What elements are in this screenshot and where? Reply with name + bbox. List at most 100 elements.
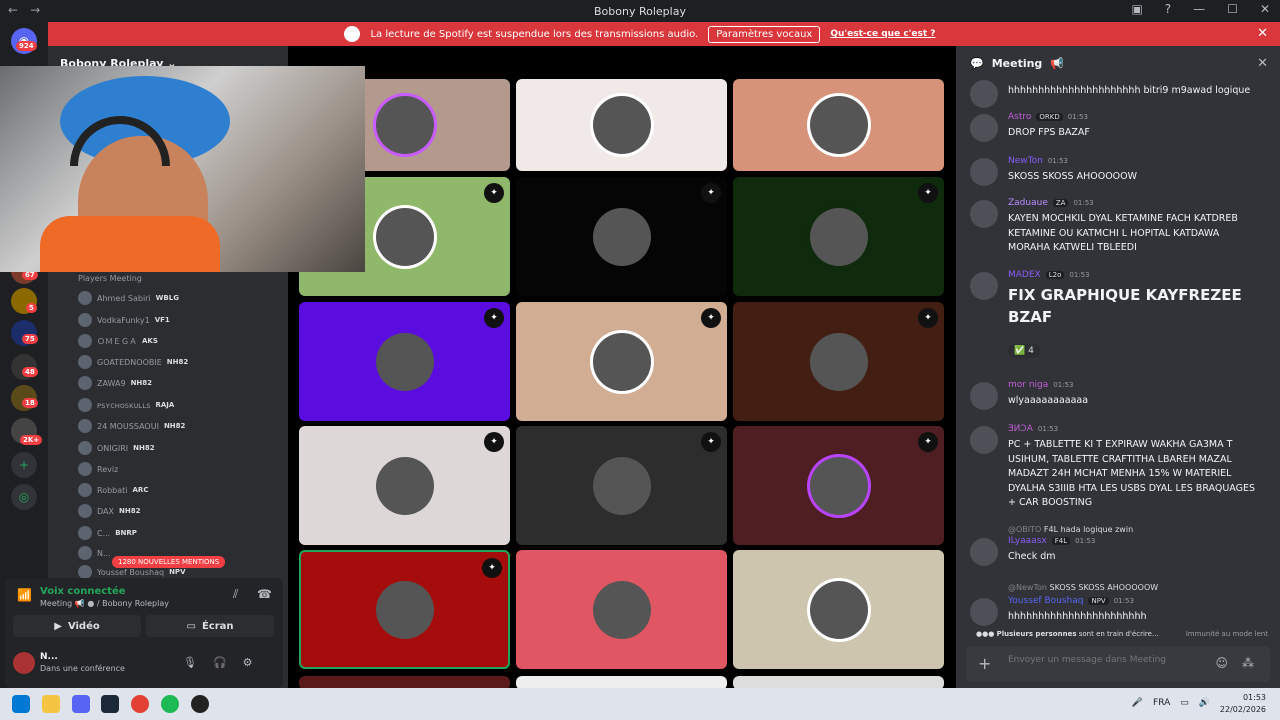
pin-icon[interactable]: ✦ xyxy=(701,432,721,452)
member-row[interactable]: VodkaFunky1 VF1 xyxy=(78,311,170,329)
mentions-badge[interactable]: 1280 NOUVELLES MENTIONS xyxy=(112,556,226,568)
file-explorer-icon[interactable] xyxy=(42,695,60,713)
participant-tile[interactable]: ✦ xyxy=(516,177,727,296)
pin-icon[interactable]: ✦ xyxy=(482,558,502,578)
noise-suppression-icon[interactable]: ⫽ xyxy=(233,587,238,602)
member-row[interactable]: Reviz xyxy=(78,460,123,478)
participant-tile[interactable] xyxy=(733,550,944,669)
avatar xyxy=(592,96,651,154)
help-icon[interactable]: ? xyxy=(1165,2,1171,16)
steam-icon[interactable] xyxy=(101,695,119,713)
avatar xyxy=(375,456,434,515)
close-banner-icon[interactable]: ✕ xyxy=(1257,26,1268,41)
participant-tile[interactable] xyxy=(516,79,727,171)
participant-tile[interactable]: ✦ xyxy=(299,426,510,545)
message-author[interactable]: ILyaaasx xyxy=(1008,536,1047,546)
member-row[interactable]: Robbati ARC xyxy=(78,481,148,499)
avatar xyxy=(809,456,868,515)
spotify-app-icon[interactable] xyxy=(161,695,179,713)
member-row[interactable]: C... BNRP xyxy=(78,524,137,542)
forward-arrow-icon[interactable]: → xyxy=(30,3,40,17)
banner-help-link[interactable]: Qu'est-ce que c'est ? xyxy=(830,29,935,39)
gear-icon[interactable]: ⚙ xyxy=(243,656,253,669)
message-author[interactable]: Zaduaue xyxy=(1008,198,1048,208)
close-window-icon[interactable]: ✕ xyxy=(1260,2,1270,16)
clock[interactable]: 01:53 22/02/2026 xyxy=(1220,692,1266,716)
participant-tile[interactable] xyxy=(733,676,944,688)
member-row[interactable]: ZAWA9 NH82 xyxy=(78,374,152,392)
pin-icon[interactable]: ✦ xyxy=(484,183,504,203)
minimize-icon[interactable]: — xyxy=(1193,2,1205,16)
message-author[interactable]: Astro xyxy=(1008,112,1031,122)
participant-tile[interactable]: ✦ xyxy=(733,302,944,421)
reply-preview[interactable]: @NewTon SKOSS SKOSS AHOOOOOW xyxy=(1008,583,1158,592)
avatar xyxy=(78,504,92,518)
volume-icon[interactable]: 🔊 xyxy=(1199,698,1210,708)
participant-tile[interactable] xyxy=(516,550,727,669)
reaction-chip[interactable]: ✅ 4 xyxy=(1008,344,1040,358)
headphones-icon[interactable]: 🎧 xyxy=(213,656,227,669)
member-row[interactable]: 24 MOUSSAOUI NH82 xyxy=(78,417,185,435)
language-indicator[interactable]: FRA xyxy=(1153,698,1170,708)
add-server-icon[interactable]: + xyxy=(11,452,37,478)
message-input[interactable] xyxy=(1008,655,1188,665)
reply-preview[interactable]: @OBITO F4L hada logique zwin xyxy=(1008,525,1133,534)
microphone-tray-icon[interactable]: 🎤 xyxy=(1132,698,1143,708)
participant-tile[interactable]: ✦ xyxy=(299,302,510,421)
participant-tile[interactable]: ✦ xyxy=(516,302,727,421)
chrome-icon[interactable] xyxy=(131,695,149,713)
participant-tile[interactable]: ✦ xyxy=(733,426,944,545)
message-text: FIX GRAPHIQUE KAYFREZEE BZAF xyxy=(1008,286,1242,326)
pin-icon[interactable]: ✦ xyxy=(701,308,721,328)
discover-icon[interactable]: ◎ xyxy=(11,484,37,510)
video-icon: ▶ xyxy=(54,620,62,632)
voice-channel[interactable]: Meeting xyxy=(40,599,72,608)
video-button[interactable]: ▶ Vidéo xyxy=(13,615,141,637)
participant-tile[interactable] xyxy=(516,676,727,688)
pin-icon[interactable]: ✦ xyxy=(484,432,504,452)
pin-icon[interactable]: ✦ xyxy=(918,308,938,328)
signal-icon[interactable]: 📶 xyxy=(17,588,32,602)
add-attachment-icon[interactable]: + xyxy=(978,654,991,673)
participant-tile[interactable]: ✦ xyxy=(299,550,510,669)
member-row[interactable]: GOATEDNOOBIE NH82 xyxy=(78,353,188,371)
windows-start-icon[interactable] xyxy=(12,695,30,713)
pin-icon[interactable]: ✦ xyxy=(918,183,938,203)
close-chat-icon[interactable]: ✕ xyxy=(1257,56,1268,71)
pin-icon[interactable]: ✦ xyxy=(918,432,938,452)
message-author[interactable]: mor niga xyxy=(1008,380,1048,390)
voice-channel-label[interactable]: Players Meeting xyxy=(78,274,142,283)
pin-icon[interactable]: ✦ xyxy=(701,183,721,203)
message-author[interactable]: MADEX xyxy=(1008,270,1041,280)
participant-tile[interactable]: ✦ xyxy=(733,177,944,296)
obs-icon[interactable] xyxy=(191,695,209,713)
voice-server[interactable]: / Bobony Roleplay xyxy=(97,599,169,608)
avatar[interactable] xyxy=(13,652,35,674)
member-name: 24 MOUSSAOUI xyxy=(97,421,159,431)
pin-icon[interactable]: ✦ xyxy=(484,308,504,328)
network-icon[interactable]: ▭ xyxy=(1180,698,1189,708)
maximize-icon[interactable]: ☐ xyxy=(1227,2,1238,16)
inbox-icon[interactable]: ▣ xyxy=(1131,2,1142,16)
participant-tile[interactable] xyxy=(733,79,944,171)
message-author[interactable]: NewTon xyxy=(1008,156,1043,166)
message-author[interactable]: Youssef Boushaq xyxy=(1008,596,1083,606)
voice-settings-button[interactable]: Paramètres vocaux xyxy=(708,25,821,43)
discord-app-icon[interactable] xyxy=(72,695,90,713)
avatar xyxy=(970,598,998,626)
participant-tile[interactable] xyxy=(299,676,510,688)
message-author[interactable]: ƎИƆA xyxy=(1008,424,1033,434)
member-row[interactable]: ONIGIRI NH82 xyxy=(78,439,155,457)
microphone-icon[interactable]: 🎙 xyxy=(183,656,197,669)
screen-share-button[interactable]: ▭ Écran xyxy=(146,615,274,637)
member-row[interactable]: Ahmed Sabiri WBLG xyxy=(78,289,179,307)
member-row[interactable]: ＯＭＥＧＡ AKS xyxy=(78,332,158,350)
member-row[interactable]: ᴘsʏᴄʜᴏsᴋᴜʟʟs RAJA xyxy=(78,396,174,414)
emoji-icon[interactable]: ☺ xyxy=(1215,656,1228,670)
disconnect-icon[interactable]: ☎ xyxy=(257,587,272,601)
member-row[interactable]: N... xyxy=(78,544,116,562)
participant-tile[interactable]: ✦ xyxy=(516,426,727,545)
back-arrow-icon[interactable]: ← xyxy=(8,3,18,17)
member-row[interactable]: DAX NH82 xyxy=(78,502,140,520)
apps-icon[interactable]: ⁂ xyxy=(1242,656,1254,670)
